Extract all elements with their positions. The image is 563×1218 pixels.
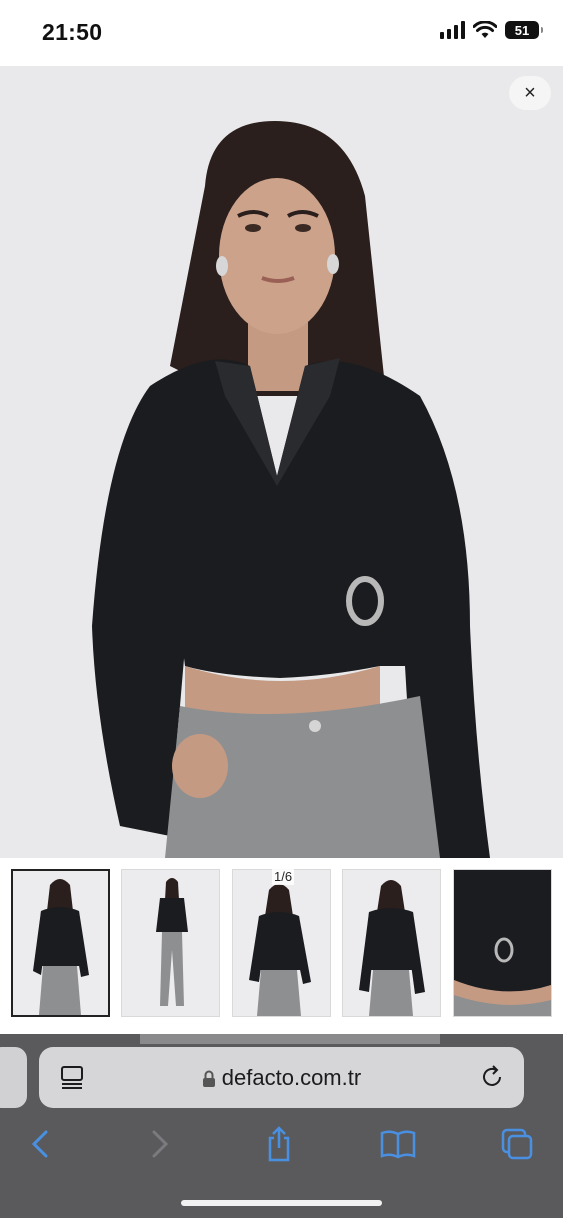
bookmarks-button[interactable]: [378, 1124, 418, 1164]
status-icons: 51: [440, 21, 543, 39]
status-bar: 21:50 51: [0, 0, 563, 66]
thumbnail-image: [343, 870, 440, 1016]
thumbnail-1[interactable]: [11, 869, 110, 1017]
thumbnail-strip: 1/6: [0, 858, 563, 1034]
wifi-icon: [473, 21, 497, 38]
tabs-button[interactable]: [497, 1124, 537, 1164]
back-button[interactable]: [20, 1124, 60, 1164]
book-icon: [380, 1130, 416, 1159]
status-time: 21:50: [42, 19, 103, 45]
close-button[interactable]: ×: [509, 76, 551, 110]
thumbnail-image: [13, 871, 108, 1015]
thumbnail-3[interactable]: [232, 869, 331, 1017]
thumbnail-image: [454, 870, 551, 1016]
thumbnail-2[interactable]: [121, 869, 220, 1017]
cellular-signal-icon: [440, 21, 465, 39]
lock-icon: [202, 1070, 215, 1088]
product-main-image[interactable]: ×: [0, 66, 563, 858]
model-photo: [0, 66, 563, 858]
thumbnail-image: [122, 870, 219, 1016]
reload-icon[interactable]: [478, 1063, 506, 1091]
thumbnail-5[interactable]: [453, 869, 552, 1017]
thumbnail-4[interactable]: [342, 869, 441, 1017]
url-text: defacto.com.tr: [221, 1065, 362, 1090]
url-display[interactable]: defacto.com.tr: [39, 1065, 524, 1091]
chevron-right-icon: [152, 1130, 169, 1158]
share-icon: [268, 1126, 290, 1162]
browser-toolbar: defacto.com.tr: [0, 1034, 563, 1218]
battery-icon: 51: [505, 21, 543, 39]
forward-button[interactable]: [140, 1124, 180, 1164]
tabs-icon: [501, 1128, 533, 1160]
share-button[interactable]: [259, 1124, 299, 1164]
home-indicator: [181, 1200, 382, 1206]
image-counter: 1/6: [272, 868, 295, 885]
address-bar[interactable]: defacto.com.tr: [39, 1047, 524, 1108]
page-peek: [140, 1034, 440, 1044]
close-icon: ×: [524, 81, 536, 104]
previous-tab-peek[interactable]: [0, 1047, 27, 1108]
screen: 21:50 51 × 1/6 defacto.com.tr: [0, 0, 563, 1218]
thumbnail-image: [233, 870, 330, 1016]
chevron-left-icon: [31, 1130, 48, 1158]
navigation-row: [0, 1124, 563, 1164]
battery-level: 51: [514, 22, 530, 38]
